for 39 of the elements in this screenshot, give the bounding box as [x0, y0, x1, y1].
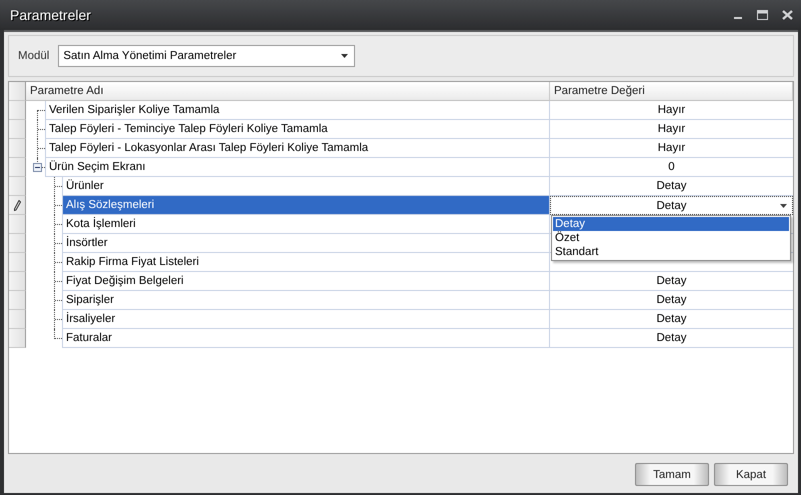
parameter-name[interactable]: Faturalar — [62, 329, 549, 348]
parameter-name[interactable]: Verilen Siparişler Koliye Tamamla — [45, 101, 549, 120]
parameter-value: 0 — [668, 161, 675, 173]
column-header[interactable]: Parametre Adı — [26, 82, 550, 101]
parameter-name[interactable]: Talep Föyleri - Lokasyonlar Arası Talep Föyleri Koliye Tamamla — [45, 139, 549, 158]
row-indicator[interactable] — [9, 196, 26, 215]
close-icon[interactable] — [782, 10, 793, 20]
parameter-value: Hayır — [658, 104, 686, 116]
parameter-name[interactable]: Alış Sözleşmeleri — [62, 196, 549, 215]
parameter-value: Detay — [656, 180, 687, 192]
dropdown-option[interactable]: Özet — [553, 231, 789, 245]
module-label: Modül — [18, 50, 50, 62]
parameter-name[interactable]: Ürün Seçim Ekranı — [45, 158, 549, 177]
dialog-button[interactable]: Kapat — [714, 463, 788, 486]
dropdown-option[interactable]: Detay — [553, 217, 789, 231]
parameter-name[interactable]: İrsaliyeler — [62, 310, 549, 329]
parameter-name[interactable]: Rakip Firma Fiyat Listeleri — [62, 253, 549, 272]
caret-icon — [341, 54, 348, 58]
parameter-value: Detay — [656, 332, 687, 344]
parameter-name[interactable]: Fiyat Değişim Belgeleri — [62, 272, 549, 291]
parameter-value: Detay — [656, 275, 687, 287]
parameter-name[interactable]: Talep Föyleri - Teminciye Talep Föyleri Koliye Tamamla — [45, 120, 549, 139]
maximize-icon[interactable] — [757, 10, 768, 20]
pencil-icon — [14, 200, 20, 210]
parameter-value: Detay — [656, 313, 687, 325]
dialog-button[interactable]: Tamam — [635, 463, 709, 486]
parameter-name[interactable]: Siparişler — [62, 291, 549, 310]
collapse-icon[interactable] — [33, 163, 42, 172]
parameter-name[interactable]: Kota İşlemleri — [62, 215, 549, 234]
parameter-value: Hayır — [658, 123, 686, 135]
column-header[interactable]: Parametre Değeri — [550, 82, 793, 101]
parameter-name[interactable]: İnsörtler — [62, 234, 549, 253]
parameter-value: Hayır — [658, 142, 686, 154]
window-title: Parametreler — [10, 7, 92, 23]
caret-icon — [780, 204, 787, 208]
value-dropdown[interactable]: Detay — [550, 196, 793, 215]
module-dropdown[interactable]: Satın Alma Yönetimi Parametreler — [58, 45, 356, 67]
dropdown-option[interactable]: Standart — [553, 245, 789, 259]
parameter-value: Detay — [656, 294, 687, 306]
